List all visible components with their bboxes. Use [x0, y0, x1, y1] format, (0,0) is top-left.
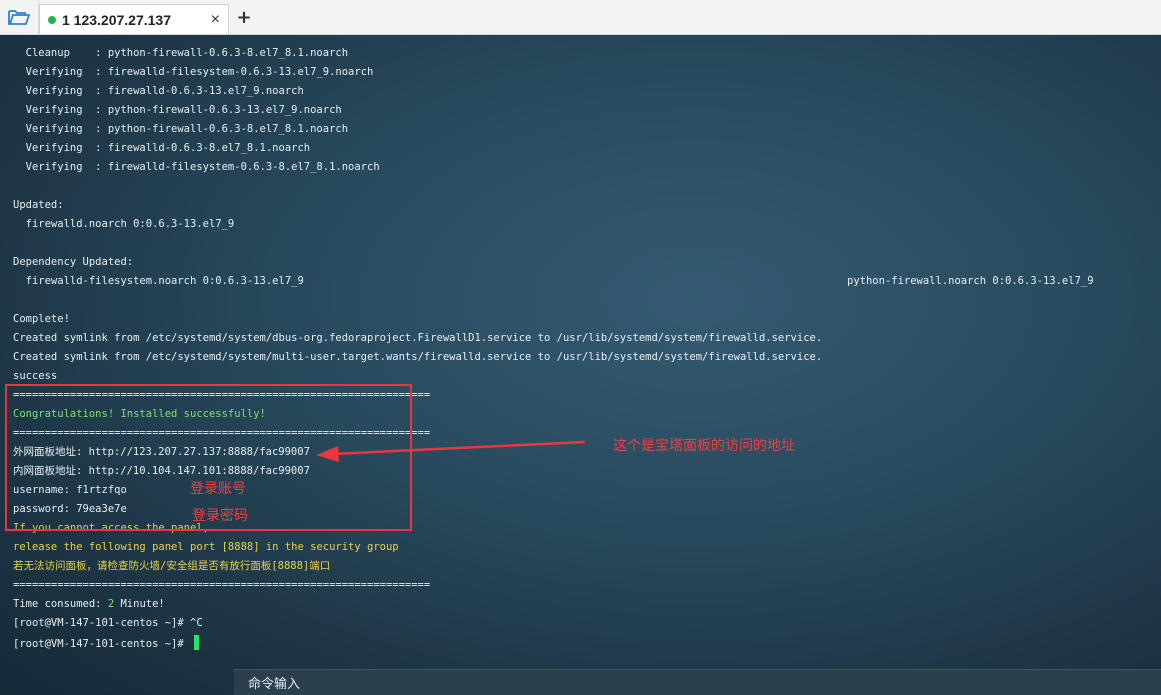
add-tab-button[interactable]: +: [229, 0, 259, 34]
session-tab-title: 1 123.207.27.137: [62, 11, 171, 28]
open-folder-button[interactable]: [0, 0, 39, 34]
annotation-arrow-icon: [316, 440, 586, 462]
command-input-bar[interactable]: 命令输入: [234, 669, 1161, 695]
account-annotation: 登录账号: [190, 481, 246, 497]
folder-open-icon: [8, 10, 30, 25]
terminal-output[interactable]: Cleanup : python-firewall-0.6.3-8.el7_8.…: [0, 35, 1161, 695]
close-tab-icon[interactable]: ×: [211, 11, 220, 29]
session-tab[interactable]: 1 123.207.27.137 ×: [39, 4, 229, 34]
tab-bar: 1 123.207.27.137 × +: [0, 0, 1161, 35]
password-annotation: 登录密码: [192, 508, 248, 524]
command-input-label: 命令输入: [248, 677, 301, 692]
address-annotation: 这个是宝塔面板的访问的地址: [613, 438, 795, 454]
connected-status-dot: [48, 15, 56, 24]
